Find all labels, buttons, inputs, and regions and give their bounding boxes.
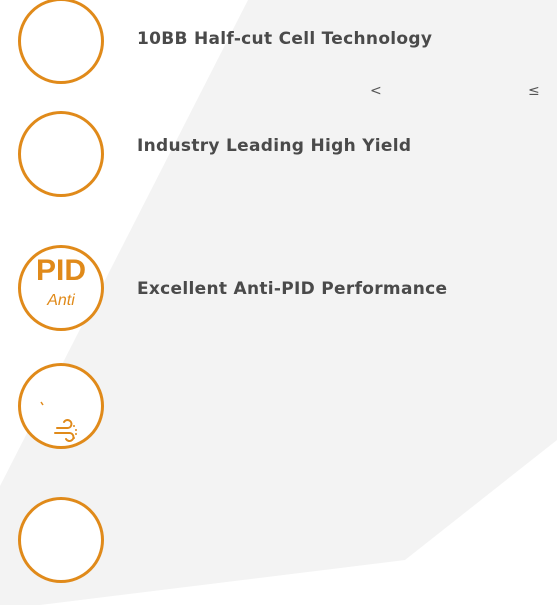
wind-load-icon — [18, 363, 104, 449]
feature-title: Excellent Anti-PID Performance — [137, 279, 448, 299]
anti-label: Anti — [47, 292, 75, 309]
feature-title: 10BB Half-cut Cell Technology — [137, 29, 433, 49]
less-than-symbol: < — [370, 83, 382, 99]
pid-label: PID — [35, 254, 86, 287]
feature-title: Industry Leading High Yield — [137, 136, 412, 156]
less-equal-symbol: ≤ — [528, 83, 540, 99]
blank-circle-icon — [18, 111, 104, 197]
blank-circle-icon — [18, 497, 104, 583]
pid-anti-icon: PID Anti — [18, 245, 104, 331]
blank-circle-icon — [18, 0, 104, 84]
wind-icon — [40, 401, 77, 442]
